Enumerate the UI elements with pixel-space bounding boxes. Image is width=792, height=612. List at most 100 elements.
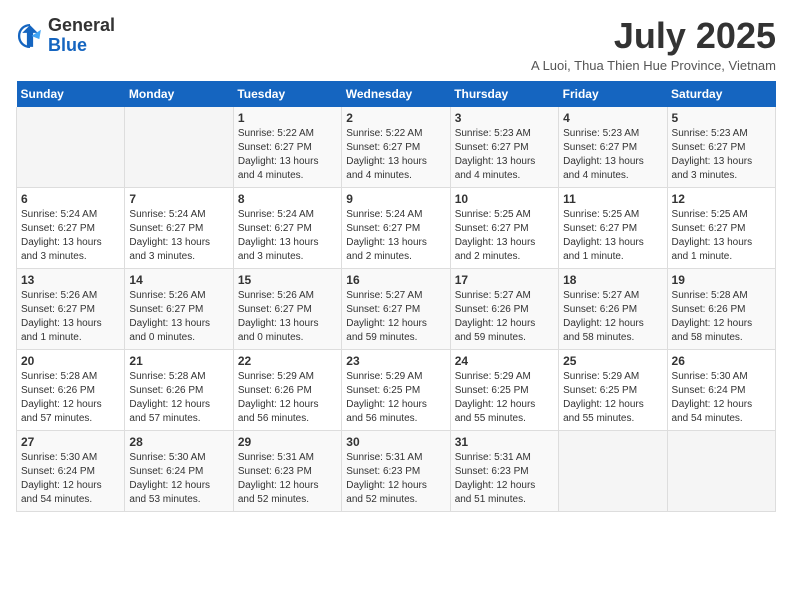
cell-week2-day5: 11Sunrise: 5:25 AMSunset: 6:27 PMDayligh… — [559, 187, 667, 268]
day-number-13: 13 — [21, 273, 120, 287]
day-info-14: Sunrise: 5:26 AMSunset: 6:27 PMDaylight:… — [129, 289, 228, 345]
header-row: Sunday Monday Tuesday Wednesday Thursday… — [17, 81, 776, 107]
col-saturday: Saturday — [667, 81, 775, 107]
day-number-31: 31 — [455, 435, 554, 449]
day-info-18: Sunrise: 5:27 AMSunset: 6:26 PMDaylight:… — [563, 289, 662, 345]
day-number-20: 20 — [21, 354, 120, 368]
day-info-26: Sunrise: 5:30 AMSunset: 6:24 PMDaylight:… — [672, 370, 771, 426]
day-number-1: 1 — [238, 111, 337, 125]
logo-icon — [16, 22, 44, 50]
cell-week3-day4: 17Sunrise: 5:27 AMSunset: 6:26 PMDayligh… — [450, 268, 558, 349]
day-info-27: Sunrise: 5:30 AMSunset: 6:24 PMDaylight:… — [21, 451, 120, 507]
day-number-11: 11 — [563, 192, 662, 206]
day-info-8: Sunrise: 5:24 AMSunset: 6:27 PMDaylight:… — [238, 208, 337, 264]
col-tuesday: Tuesday — [233, 81, 341, 107]
day-number-23: 23 — [346, 354, 445, 368]
cell-week1-day6: 5Sunrise: 5:23 AMSunset: 6:27 PMDaylight… — [667, 107, 775, 188]
page-header: General Blue July 2025 A Luoi, Thua Thie… — [16, 16, 776, 73]
day-info-20: Sunrise: 5:28 AMSunset: 6:26 PMDaylight:… — [21, 370, 120, 426]
week-row-3: 13 Sunrise: 5:26 AMSunset: 6:27 PMDayligh… — [17, 268, 776, 349]
day-number-18: 18 — [563, 273, 662, 287]
day-info-9: Sunrise: 5:24 AMSunset: 6:27 PMDaylight:… — [346, 208, 445, 264]
month-title: July 2025 — [531, 16, 776, 56]
cell-week2-day0: 6Sunrise: 5:24 AMSunset: 6:27 PMDaylight… — [17, 187, 125, 268]
calendar-header: Sunday Monday Tuesday Wednesday Thursday… — [17, 81, 776, 107]
day-info-28: Sunrise: 5:30 AMSunset: 6:24 PMDaylight:… — [129, 451, 228, 507]
cell-week3-day3: 16 Sunrise: 5:27 AMSunset: 6:27 PMDayligh… — [342, 268, 450, 349]
day-number-9: 9 — [346, 192, 445, 206]
cell-week5-day0: 27 Sunrise: 5:30 AMSunset: 6:24 PMDayligh… — [17, 430, 125, 511]
cell-week2-day2: 8 Sunrise: 5:24 AMSunset: 6:27 PMDaylight… — [233, 187, 341, 268]
cell-week2-day3: 9 Sunrise: 5:24 AMSunset: 6:27 PMDaylight… — [342, 187, 450, 268]
col-friday: Friday — [559, 81, 667, 107]
day-info-15: Sunrise: 5:26 AMSunset: 6:27 PMDaylight:… — [238, 289, 337, 345]
cell-week1-day0 — [17, 107, 125, 188]
cell-week1-day5: 4Sunrise: 5:23 AMSunset: 6:27 PMDaylight… — [559, 107, 667, 188]
cell-week3-day0: 13 Sunrise: 5:26 AMSunset: 6:27 PMDayligh… — [17, 268, 125, 349]
title-block: July 2025 A Luoi, Thua Thien Hue Provinc… — [531, 16, 776, 73]
day-info-13: Sunrise: 5:26 AMSunset: 6:27 PMDaylight:… — [21, 289, 120, 345]
col-sunday: Sunday — [17, 81, 125, 107]
day-info-1: Sunrise: 5:22 AMSunset: 6:27 PMDaylight:… — [238, 127, 337, 183]
cell-week5-day3: 30 Sunrise: 5:31 AMSunset: 6:23 PMDayligh… — [342, 430, 450, 511]
week-row-5: 27 Sunrise: 5:30 AMSunset: 6:24 PMDayligh… — [17, 430, 776, 511]
day-number-26: 26 — [672, 354, 771, 368]
day-number-27: 27 — [21, 435, 120, 449]
day-info-5: Sunrise: 5:23 AMSunset: 6:27 PMDaylight:… — [672, 127, 771, 183]
cell-week5-day4: 31 Sunrise: 5:31 AMSunset: 6:23 PMDayligh… — [450, 430, 558, 511]
day-info-12: Sunrise: 5:25 AMSunset: 6:27 PMDaylight:… — [672, 208, 771, 264]
cell-week1-day1 — [125, 107, 233, 188]
cell-week4-day0: 20 Sunrise: 5:28 AMSunset: 6:26 PMDayligh… — [17, 349, 125, 430]
col-thursday: Thursday — [450, 81, 558, 107]
day-number-14: 14 — [129, 273, 228, 287]
day-number-15: 15 — [238, 273, 337, 287]
day-info-3: Sunrise: 5:23 AMSunset: 6:27 PMDaylight:… — [455, 127, 554, 183]
cell-week1-day2: 1 Sunrise: 5:22 AMSunset: 6:27 PMDaylight… — [233, 107, 341, 188]
day-number-8: 8 — [238, 192, 337, 206]
cell-week4-day2: 22 Sunrise: 5:29 AMSunset: 6:26 PMDayligh… — [233, 349, 341, 430]
cell-week5-day5 — [559, 430, 667, 511]
cell-week4-day6: 26 Sunrise: 5:30 AMSunset: 6:24 PMDayligh… — [667, 349, 775, 430]
day-info-30: Sunrise: 5:31 AMSunset: 6:23 PMDaylight:… — [346, 451, 445, 507]
col-wednesday: Wednesday — [342, 81, 450, 107]
day-number-2: 2 — [346, 111, 445, 125]
day-number-16: 16 — [346, 273, 445, 287]
day-number-17: 17 — [455, 273, 554, 287]
day-number-29: 29 — [238, 435, 337, 449]
week-row-4: 20 Sunrise: 5:28 AMSunset: 6:26 PMDayligh… — [17, 349, 776, 430]
logo-blue: Blue — [48, 35, 87, 55]
cell-week1-day3: 2 Sunrise: 5:22 AMSunset: 6:27 PMDaylight… — [342, 107, 450, 188]
day-info-6: Sunrise: 5:24 AMSunset: 6:27 PMDaylight:… — [21, 208, 120, 264]
week-row-2: 6Sunrise: 5:24 AMSunset: 6:27 PMDaylight… — [17, 187, 776, 268]
day-info-2: Sunrise: 5:22 AMSunset: 6:27 PMDaylight:… — [346, 127, 445, 183]
day-info-21: Sunrise: 5:28 AMSunset: 6:26 PMDaylight:… — [129, 370, 228, 426]
cell-week4-day3: 23 Sunrise: 5:29 AMSunset: 6:25 PMDayligh… — [342, 349, 450, 430]
day-info-22: Sunrise: 5:29 AMSunset: 6:26 PMDaylight:… — [238, 370, 337, 426]
day-info-16: Sunrise: 5:27 AMSunset: 6:27 PMDaylight:… — [346, 289, 445, 345]
cell-week2-day1: 7Sunrise: 5:24 AMSunset: 6:27 PMDaylight… — [125, 187, 233, 268]
day-info-23: Sunrise: 5:29 AMSunset: 6:25 PMDaylight:… — [346, 370, 445, 426]
cell-week5-day1: 28 Sunrise: 5:30 AMSunset: 6:24 PMDayligh… — [125, 430, 233, 511]
cell-week4-day5: 25 Sunrise: 5:29 AMSunset: 6:25 PMDayligh… — [559, 349, 667, 430]
day-info-24: Sunrise: 5:29 AMSunset: 6:25 PMDaylight:… — [455, 370, 554, 426]
day-number-22: 22 — [238, 354, 337, 368]
cell-week3-day2: 15 Sunrise: 5:26 AMSunset: 6:27 PMDayligh… — [233, 268, 341, 349]
day-number-25: 25 — [563, 354, 662, 368]
day-number-10: 10 — [455, 192, 554, 206]
cell-week1-day4: 3Sunrise: 5:23 AMSunset: 6:27 PMDaylight… — [450, 107, 558, 188]
day-info-31: Sunrise: 5:31 AMSunset: 6:23 PMDaylight:… — [455, 451, 554, 507]
day-info-10: Sunrise: 5:25 AMSunset: 6:27 PMDaylight:… — [455, 208, 554, 264]
day-number-28: 28 — [129, 435, 228, 449]
logo: General Blue — [16, 16, 115, 56]
day-info-7: Sunrise: 5:24 AMSunset: 6:27 PMDaylight:… — [129, 208, 228, 264]
cell-week3-day6: 19Sunrise: 5:28 AMSunset: 6:26 PMDayligh… — [667, 268, 775, 349]
logo-text: General Blue — [48, 16, 115, 56]
day-number-4: 4 — [563, 111, 662, 125]
day-number-30: 30 — [346, 435, 445, 449]
calendar-body: 1 Sunrise: 5:22 AMSunset: 6:27 PMDaylight… — [17, 107, 776, 512]
col-monday: Monday — [125, 81, 233, 107]
week-row-1: 1 Sunrise: 5:22 AMSunset: 6:27 PMDaylight… — [17, 107, 776, 188]
day-info-25: Sunrise: 5:29 AMSunset: 6:25 PMDaylight:… — [563, 370, 662, 426]
day-number-24: 24 — [455, 354, 554, 368]
calendar-table: Sunday Monday Tuesday Wednesday Thursday… — [16, 81, 776, 512]
